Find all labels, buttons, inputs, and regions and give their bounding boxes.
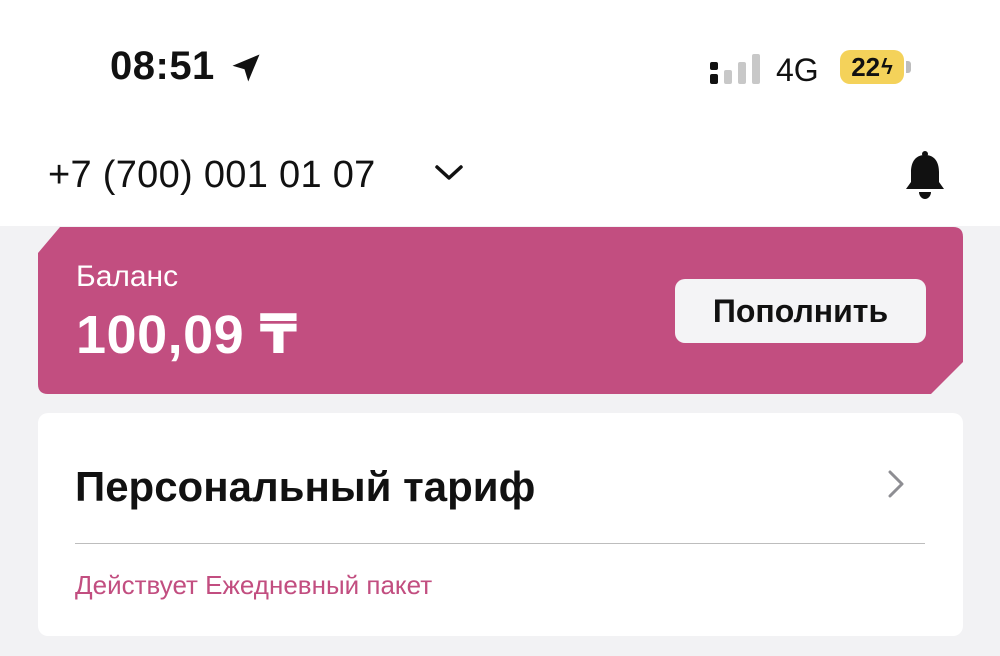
tariff-status: Действует Ежедневный пакет — [75, 570, 433, 600]
balance-card: Баланс 100,09 ₸ Пополнить — [38, 227, 963, 394]
bell-icon[interactable] — [902, 150, 948, 200]
tariff-title: Персональный тариф — [75, 463, 536, 510]
battery-indicator: 22 ϟ — [840, 50, 904, 84]
signal-icon — [710, 54, 760, 84]
network-label: 4G — [776, 52, 819, 88]
bolt-icon: ϟ — [881, 54, 893, 79]
divider — [75, 543, 925, 544]
battery-tip — [906, 61, 911, 73]
location-arrow-icon — [232, 54, 260, 82]
chevron-right-icon — [888, 470, 904, 498]
chevron-down-icon[interactable] — [434, 163, 464, 183]
balance-value: 100,09 ₸ — [76, 305, 298, 365]
battery-level: 22 — [851, 51, 881, 82]
topup-button[interactable]: Пополнить — [675, 279, 926, 343]
balance-label: Баланс — [76, 260, 179, 293]
status-time: 08:51 — [110, 44, 215, 88]
phone-number-selector[interactable]: +7 (700) 001 01 07 — [48, 154, 376, 197]
tariff-card[interactable]: Персональный тариф Действует Ежедневный … — [38, 413, 963, 636]
